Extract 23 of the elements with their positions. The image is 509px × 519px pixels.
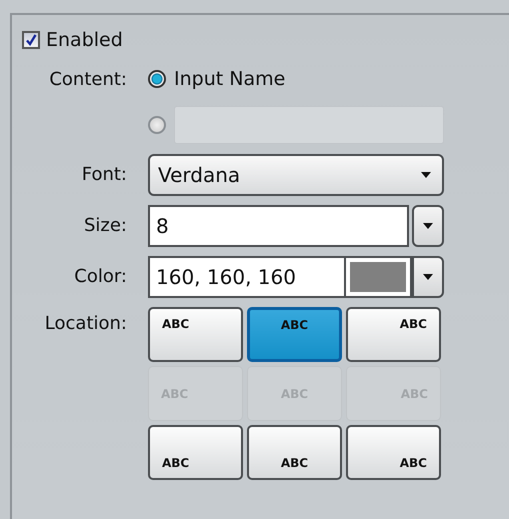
location-button[interactable]: ABC <box>148 307 243 362</box>
location-button[interactable]: ABC <box>346 307 441 362</box>
radio-label: Input Name <box>174 68 286 90</box>
color-field[interactable]: 160, 160, 160 <box>148 256 346 298</box>
caret-icon <box>420 171 432 179</box>
color-label: Color: <box>73 265 127 289</box>
dropdown-button[interactable] <box>412 256 444 298</box>
location-button[interactable]: ABC <box>247 307 342 362</box>
radio-button[interactable] <box>148 70 166 88</box>
caret-icon <box>422 273 434 281</box>
font-dropdown[interactable]: Verdana <box>148 154 444 196</box>
location-button[interactable]: ABC <box>148 425 243 480</box>
enabled-checkbox[interactable] <box>22 31 40 49</box>
location-button[interactable]: ABC <box>346 425 441 480</box>
location-button[interactable]: ABC <box>247 425 342 480</box>
size-field[interactable]: 8 <box>148 205 409 247</box>
content-label: Content: <box>48 68 127 92</box>
font-label: Font: <box>80 163 127 187</box>
size-label: Size: <box>82 214 127 238</box>
location-label: Location: <box>44 312 127 336</box>
caret-icon <box>422 222 434 230</box>
enabled-label: Enabled <box>46 29 123 51</box>
dropdown-button[interactable] <box>412 205 444 247</box>
